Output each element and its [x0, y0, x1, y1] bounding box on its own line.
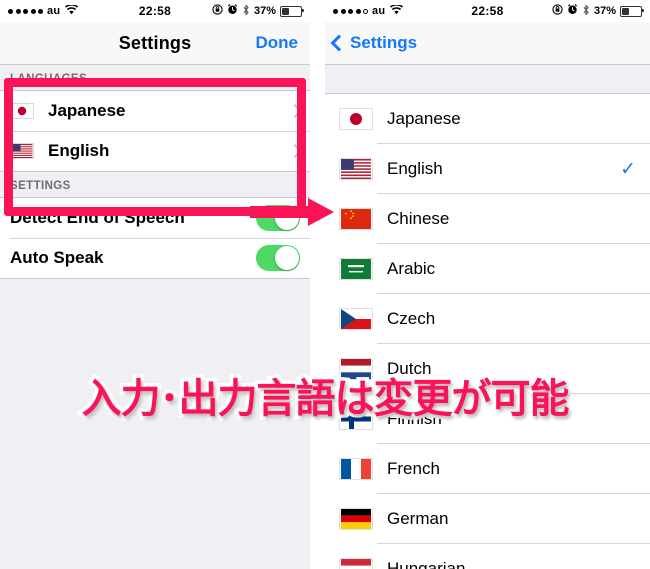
flag-usa-icon: [339, 158, 373, 180]
battery-percent-label: 37%: [593, 5, 616, 17]
bluetooth-icon: [242, 4, 250, 19]
bluetooth-icon: [582, 4, 590, 19]
list-item[interactable]: English: [0, 131, 310, 171]
list-item-label: French: [387, 459, 440, 478]
list-item[interactable]: Auto Speak: [0, 238, 310, 278]
battery-icon: [620, 5, 644, 17]
battery-icon: [280, 5, 304, 17]
languages-list: Japanese English: [0, 90, 310, 172]
list-item-label: Chinese: [387, 209, 450, 228]
auto-speak-label: Auto Speak: [10, 248, 104, 267]
list-item[interactable]: Japanese: [325, 94, 650, 144]
list-item[interactable]: Chinese: [325, 194, 650, 244]
list-item[interactable]: French: [325, 444, 650, 494]
left-nav-bar: Settings Done: [0, 22, 310, 65]
done-button[interactable]: Done: [256, 33, 299, 53]
page-title: Settings: [118, 32, 192, 53]
list-item[interactable]: English ✓: [325, 144, 650, 194]
right-status-bar: au 22:58 37%: [325, 0, 650, 22]
list-item-label: Japanese: [387, 109, 461, 128]
chevron-right-icon: [287, 143, 303, 159]
auto-speak-toggle[interactable]: [256, 245, 300, 271]
settings-section-header: SETTINGS: [0, 172, 310, 197]
languages-section-header: LANGUAGES: [0, 65, 310, 90]
list-item[interactable]: Hungarian: [325, 544, 650, 569]
list-item-label: Arabic: [387, 259, 436, 278]
alarm-clock-icon: [227, 4, 238, 18]
right-phone-screen: au 22:58 37% Settings Japanese English ✓…: [325, 0, 650, 569]
detect-end-of-speech-label: Detect End of Speech: [10, 208, 185, 227]
flag-hungary-icon: [339, 558, 373, 569]
right-nav-bar: Settings: [325, 22, 650, 65]
flag-usa-icon: [10, 143, 34, 159]
list-item[interactable]: Czech: [325, 294, 650, 344]
status-right-group: 37%: [212, 4, 304, 19]
annotation-caption-text: 入力･出力言語は変更が可能: [78, 373, 573, 426]
list-item-label: Hungarian: [387, 559, 466, 569]
list-item[interactable]: German: [325, 494, 650, 544]
list-item-label: Czech: [387, 309, 436, 328]
left-status-bar: au 22:58 37%: [0, 0, 310, 22]
list-item[interactable]: Arabic: [325, 244, 650, 294]
status-right-group: 37%: [552, 4, 644, 19]
back-button[interactable]: Settings: [330, 33, 418, 53]
back-button-label: Settings: [350, 33, 418, 52]
alarm-clock-icon: [567, 4, 578, 18]
battery-percent-label: 37%: [253, 5, 276, 17]
chevron-right-icon: [287, 103, 303, 119]
language-selection-list: Japanese English ✓ Chinese Arabic Czech …: [325, 94, 650, 569]
flag-germany-icon: [339, 508, 373, 530]
list-item-label: English: [387, 159, 443, 178]
flag-japan-icon: [10, 103, 34, 119]
list-item-label: Japanese: [48, 101, 126, 120]
list-item-label: German: [387, 509, 449, 528]
flag-japan-icon: [339, 108, 373, 130]
screenshot-root: au 22:58 37% Settings Done LANGUAGES Jap…: [0, 0, 650, 569]
flag-france-icon: [339, 458, 373, 480]
list-top-spacer: [325, 65, 650, 94]
rotation-lock-icon: [552, 4, 563, 18]
list-item-label: English: [48, 141, 110, 160]
panel-divider: [310, 0, 325, 569]
pointer-arrow: [250, 196, 335, 230]
chevron-left-icon: [330, 34, 348, 52]
flag-czech-icon: [339, 308, 373, 330]
annotation-caption: 入力･出力言語は変更が可能: [0, 366, 650, 426]
list-item[interactable]: Japanese: [0, 91, 310, 131]
checkmark-icon: ✓: [620, 158, 636, 180]
rotation-lock-icon: [212, 4, 223, 18]
flag-china-icon: [339, 208, 373, 230]
flag-saudi-arabia-icon: [339, 258, 373, 280]
left-phone-screen: au 22:58 37% Settings Done LANGUAGES Jap…: [0, 0, 310, 569]
